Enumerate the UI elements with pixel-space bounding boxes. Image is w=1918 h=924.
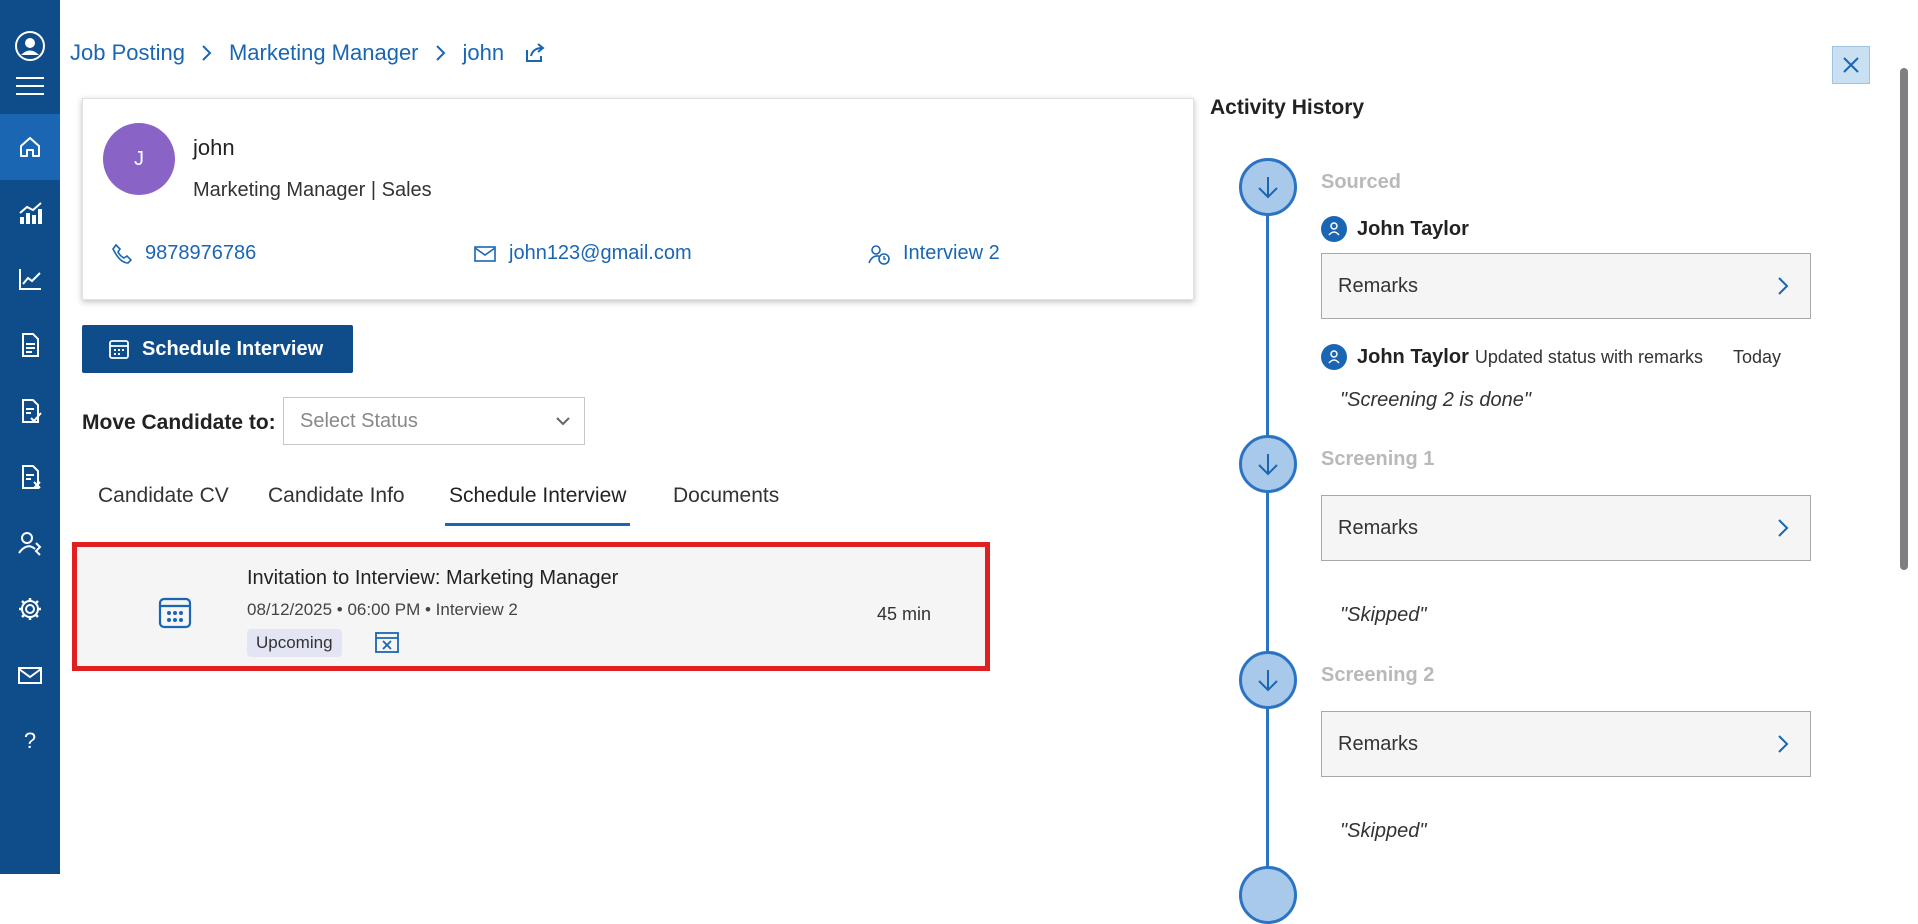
interview-meta: 08/12/2025 • 06:00 PM • Interview 2 xyxy=(247,600,518,619)
breadcrumb: Job Posting Marketing Manager john xyxy=(70,40,546,66)
screening-2-quote: "Skipped" xyxy=(1340,820,1427,842)
chevron-right-icon xyxy=(1776,275,1790,303)
update-time: Today xyxy=(1732,346,1782,367)
tab-candidate-info[interactable]: Candidate Info xyxy=(268,470,405,526)
share-icon[interactable] xyxy=(524,42,546,64)
close-icon xyxy=(1843,57,1859,73)
remarks-screening-1[interactable]: Remarks xyxy=(1321,495,1811,561)
interview-duration: 45 min xyxy=(877,604,932,624)
remarks-label: Remarks xyxy=(1338,732,1419,755)
user-clock-icon xyxy=(868,244,890,265)
calendar-icon xyxy=(158,595,192,634)
document-x-icon[interactable] xyxy=(0,444,60,510)
phone-number[interactable]: 9878976786 xyxy=(145,242,256,265)
update-text: Updated status with remarks xyxy=(1474,346,1703,367)
interview-card[interactable]: Invitation to Interview: Marketing Manag… xyxy=(72,542,990,671)
menu-icon[interactable] xyxy=(16,76,44,101)
candidate-role: Marketing Manager | Sales xyxy=(193,179,432,201)
status-badge: Upcoming xyxy=(247,629,342,657)
schedule-interview-label: Schedule Interview xyxy=(142,337,324,360)
chevron-right-icon xyxy=(201,44,213,62)
stage-screening-1: Screening 1 xyxy=(1321,448,1435,470)
help-icon[interactable]: ? xyxy=(0,708,60,774)
arrow-down-icon xyxy=(1239,158,1297,216)
tab-candidate-cv[interactable]: Candidate CV xyxy=(98,470,229,526)
svg-text:?: ? xyxy=(24,728,36,753)
phone-icon xyxy=(112,243,133,264)
candidate-name: john xyxy=(193,135,235,160)
interview-title: Invitation to Interview: Marketing Manag… xyxy=(247,567,619,589)
current-stage[interactable]: Interview 2 xyxy=(903,242,1000,265)
user-settings-icon[interactable] xyxy=(0,510,60,576)
person-name: John Taylor xyxy=(1357,345,1469,368)
document-check-icon[interactable] xyxy=(0,378,60,444)
stage-screening-2: Screening 2 xyxy=(1321,664,1435,686)
document-icon[interactable] xyxy=(0,312,60,378)
profile-icon[interactable] xyxy=(14,30,46,67)
remarks-label: Remarks xyxy=(1338,274,1419,297)
arrow-down-icon xyxy=(1239,651,1297,709)
email-address[interactable]: john123@gmail.com xyxy=(509,242,692,265)
chevron-down-icon xyxy=(554,412,572,436)
calendar-cancel-icon[interactable] xyxy=(374,630,400,659)
avatar: J xyxy=(103,123,175,195)
status-placeholder: Select Status xyxy=(300,409,418,432)
calendar-icon xyxy=(109,340,129,359)
candidate-card: J john Marketing Manager | Sales 9878976… xyxy=(82,98,1194,300)
analytics-icon[interactable] xyxy=(0,180,60,246)
chart-icon[interactable] xyxy=(0,246,60,312)
activity-person: John Taylor xyxy=(1321,216,1469,242)
mail-icon xyxy=(474,245,496,262)
home-icon[interactable] xyxy=(0,114,60,180)
sidebar: ? xyxy=(0,0,60,874)
tab-schedule-interview[interactable]: Schedule Interview xyxy=(445,470,631,526)
breadcrumb-job-posting[interactable]: Job Posting xyxy=(70,40,185,66)
phone-contact[interactable]: 9878976786 xyxy=(111,242,256,265)
email-contact[interactable]: john123@gmail.com xyxy=(473,242,692,265)
breadcrumb-candidate[interactable]: john xyxy=(463,40,505,66)
remarks-sourced[interactable]: Remarks xyxy=(1321,253,1811,319)
gear-icon[interactable] xyxy=(0,576,60,642)
chevron-right-icon xyxy=(1776,517,1790,545)
user-icon xyxy=(1321,344,1347,370)
stage-sourced: Sourced xyxy=(1321,171,1402,193)
move-candidate-label: Move Candidate to: xyxy=(82,411,276,434)
status-select[interactable]: Select Status xyxy=(283,397,585,445)
tab-documents[interactable]: Documents xyxy=(673,470,779,526)
stage-contact[interactable]: Interview 2 xyxy=(867,242,1000,265)
person-name: John Taylor xyxy=(1357,217,1469,240)
timeline-line xyxy=(1266,186,1269,874)
remarks-label: Remarks xyxy=(1338,516,1419,539)
chevron-right-icon xyxy=(435,44,447,62)
user-icon xyxy=(1321,216,1347,242)
update-quote: "Screening 2 is done" xyxy=(1340,389,1531,411)
timeline-node xyxy=(1239,866,1297,924)
activity-update: John Taylor Updated status with remarks … xyxy=(1321,344,1781,370)
screening-1-quote: "Skipped" xyxy=(1340,604,1427,626)
remarks-screening-2[interactable]: Remarks xyxy=(1321,711,1811,777)
sidebar-header xyxy=(0,0,60,112)
schedule-interview-button[interactable]: Schedule Interview xyxy=(82,325,353,373)
arrow-down-icon xyxy=(1239,435,1297,493)
scrollbar[interactable] xyxy=(1900,68,1908,570)
activity-history-title: Activity History xyxy=(1210,96,1365,119)
close-button[interactable] xyxy=(1832,46,1870,84)
chevron-right-icon xyxy=(1776,733,1790,761)
breadcrumb-job-title[interactable]: Marketing Manager xyxy=(229,40,419,66)
mail-icon[interactable] xyxy=(0,642,60,708)
